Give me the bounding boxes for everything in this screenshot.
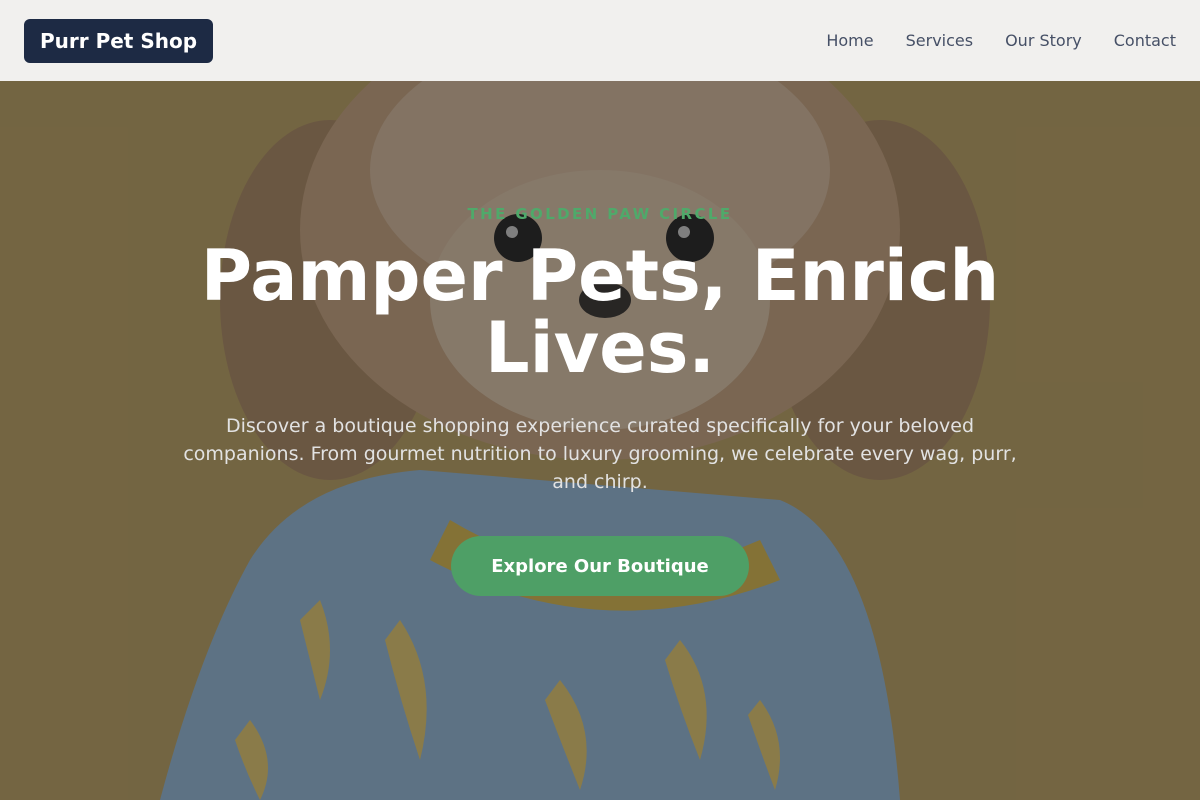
hero-subtitle: Discover a boutique shopping experience … xyxy=(183,415,1017,493)
hero-eyebrow: THE GOLDEN PAW CIRCLE xyxy=(467,205,733,223)
hero-content: THE GOLDEN PAW CIRCLE Pamper Pets, Enric… xyxy=(0,0,1200,800)
explore-boutique-button[interactable]: Explore Our Boutique xyxy=(451,536,749,596)
hero-headline: Pamper Pets, Enrich Lives. xyxy=(200,235,1000,389)
